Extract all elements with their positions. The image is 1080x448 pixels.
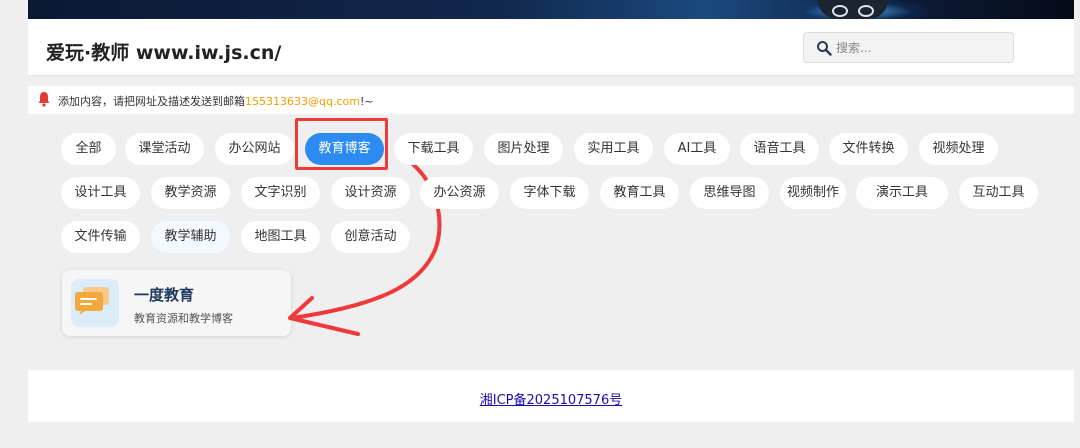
category-chip[interactable]: 互动工具 [959,177,1038,209]
category-chip[interactable]: 语音工具 [740,133,819,165]
notice-bar: 添加内容，请把网址及描述发送到邮箱155313633@qq.com!~ [28,86,1074,114]
category-chip[interactable]: 实用工具 [574,133,653,165]
search-input[interactable] [836,38,1006,58]
search-icon [817,41,832,56]
category-chip[interactable]: 文件转换 [829,133,908,165]
notice-text: 添加内容，请把网址及描述发送到邮箱155313633@qq.com!~ [58,93,374,109]
category-chip[interactable]: 办公网站 [215,133,294,165]
notice-text-before: 添加内容，请把网址及描述发送到邮箱 [58,95,245,108]
card-description: 教育资源和教学博客 [134,312,233,325]
category-chip[interactable]: 地图工具 [241,221,320,253]
category-chip[interactable]: 图片处理 [484,133,563,165]
category-chip[interactable]: 思维导图 [690,177,769,209]
category-chip[interactable]: 视频处理 [919,133,998,165]
top-banner [28,0,1074,19]
notice-text-after: !~ [359,95,374,108]
category-chip[interactable]: 教学辅助 [151,221,230,253]
category-chip[interactable]: 文字识别 [241,177,320,209]
search-box[interactable] [803,32,1014,63]
category-chip[interactable]: 视频制作 [780,177,846,209]
category-chip[interactable]: 教育博客 [305,133,384,165]
robot-image [818,0,888,19]
site-card[interactable]: 一度教育 教育资源和教学博客 [62,270,291,336]
category-chip[interactable]: 课堂活动 [125,133,204,165]
footer: 湘ICP备2025107576号 [28,370,1074,422]
site-title[interactable]: 爱玩·教师 www.iw.js.cn/ [46,38,281,65]
icp-link[interactable]: 湘ICP备2025107576号 [480,389,622,408]
card-icon-bg [71,279,119,327]
category-chip[interactable]: 办公资源 [420,177,499,209]
category-chip[interactable]: 全部 [61,133,116,165]
category-chip[interactable]: 下载工具 [394,133,473,165]
category-chip[interactable]: 文件传输 [61,221,140,253]
category-chip[interactable]: 教学资源 [151,177,230,209]
category-chip[interactable]: 设计工具 [61,177,140,209]
card-title: 一度教育 [134,286,195,304]
chat-bubbles-icon [75,287,109,315]
notice-email[interactable]: 155313633@qq.com [245,95,360,108]
category-chip[interactable]: AI工具 [664,133,730,165]
bell-icon [38,92,50,107]
category-chip[interactable]: 教育工具 [600,177,679,209]
category-chip[interactable]: 字体下载 [510,177,589,209]
category-chip[interactable]: 演示工具 [856,177,948,209]
site-header: 爱玩·教师 www.iw.js.cn/ [28,19,1074,76]
category-chip[interactable]: 创意活动 [331,221,410,253]
category-chip[interactable]: 设计资源 [331,177,410,209]
